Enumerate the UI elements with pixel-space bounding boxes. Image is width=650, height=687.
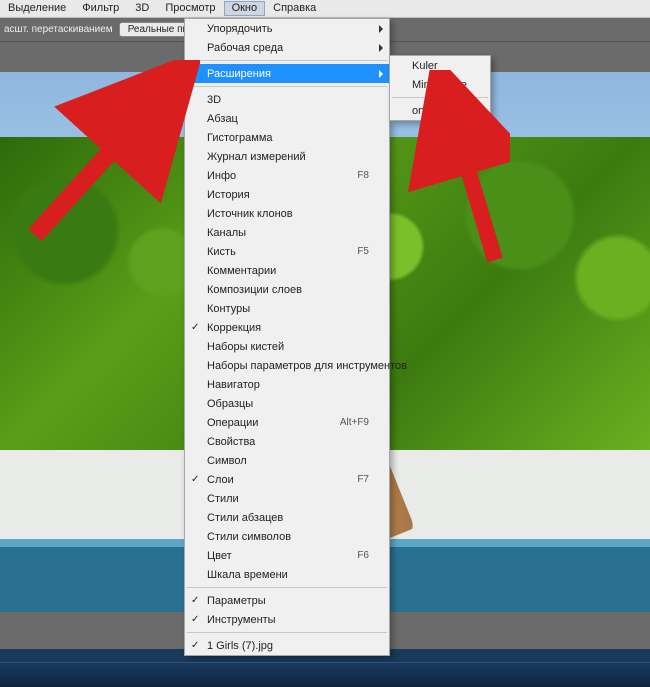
submenu-item-minibridge[interactable]: Mini Bridge — [390, 75, 490, 94]
menu-item-tools[interactable]: ✓Инструменты — [185, 610, 389, 629]
check-icon: ✓ — [191, 474, 199, 485]
menu-separator — [187, 86, 387, 87]
menu-item-paragraph[interactable]: Абзац — [185, 109, 389, 128]
submenu-item-kuler[interactable]: Kuler — [390, 56, 490, 75]
check-icon: ✓ — [191, 595, 199, 606]
extensions-submenu: Kuler Mini Bridge onOne — [389, 55, 491, 121]
menu-item-brush[interactable]: КистьF5 — [185, 242, 389, 261]
menu-item-measure-log[interactable]: Журнал измерений — [185, 147, 389, 166]
menu-item-open-doc[interactable]: ✓1 Girls (7).jpg — [185, 636, 389, 655]
menu-item-histogram[interactable]: Гистограмма — [185, 128, 389, 147]
menu-item-actions[interactable]: ОперацииAlt+F9 — [185, 413, 389, 432]
menu-item-notes[interactable]: Комментарии — [185, 261, 389, 280]
menu-item-properties[interactable]: Свойства — [185, 432, 389, 451]
menu-item-styles[interactable]: Стили — [185, 489, 389, 508]
menu-item-workspace[interactable]: Рабочая среда — [185, 38, 389, 57]
menu-select[interactable]: Выделение — [0, 1, 74, 16]
menu-item-paths[interactable]: Контуры — [185, 299, 389, 318]
menu-separator — [187, 632, 387, 633]
menu-item-history[interactable]: История — [185, 185, 389, 204]
submenu-arrow-icon — [379, 25, 383, 33]
menu-item-timeline[interactable]: Шкала времени — [185, 565, 389, 584]
menu-item-clone-source[interactable]: Источник клонов — [185, 204, 389, 223]
menu-separator — [392, 97, 488, 98]
menu-item-channels[interactable]: Каналы — [185, 223, 389, 242]
menubar: Выделение Фильтр 3D Просмотр Окно Справк… — [0, 0, 650, 18]
menu-item-char-styles[interactable]: Стили символов — [185, 527, 389, 546]
menu-window[interactable]: Окно — [224, 1, 266, 16]
submenu-item-onone[interactable]: onOne — [390, 101, 490, 120]
menu-item-arrange[interactable]: Упорядочить — [185, 19, 389, 38]
menu-item-tool-presets[interactable]: Наборы параметров для инструментов — [185, 356, 389, 375]
menu-item-info[interactable]: ИнфоF8 — [185, 166, 389, 185]
menu-item-color[interactable]: ЦветF6 — [185, 546, 389, 565]
os-taskbar[interactable] — [0, 662, 650, 687]
menu-3d[interactable]: 3D — [127, 1, 157, 16]
menu-item-3d[interactable]: 3D — [185, 90, 389, 109]
menu-view[interactable]: Просмотр — [157, 1, 223, 16]
menu-item-navigator[interactable]: Навигатор — [185, 375, 389, 394]
window-dropdown-menu: Упорядочить Рабочая среда Расширения 3D … — [184, 18, 390, 656]
menu-help[interactable]: Справка — [265, 1, 324, 16]
submenu-arrow-icon — [379, 44, 383, 52]
menu-item-layer-comps[interactable]: Композиции слоев — [185, 280, 389, 299]
check-icon: ✓ — [191, 640, 199, 651]
menu-item-layers[interactable]: ✓СлоиF7 — [185, 470, 389, 489]
menu-item-extensions[interactable]: Расширения — [185, 64, 389, 83]
check-icon: ✓ — [191, 322, 199, 333]
menu-filter[interactable]: Фильтр — [74, 1, 127, 16]
menu-separator — [187, 587, 387, 588]
submenu-arrow-icon — [379, 70, 383, 78]
menu-separator — [187, 60, 387, 61]
drag-mode-label: асшт. перетаскиванием — [4, 24, 113, 35]
check-icon: ✓ — [191, 614, 199, 625]
menu-item-para-styles[interactable]: Стили абзацев — [185, 508, 389, 527]
menu-item-brush-presets[interactable]: Наборы кистей — [185, 337, 389, 356]
menu-item-character[interactable]: Символ — [185, 451, 389, 470]
app-window: Выделение Фильтр 3D Просмотр Окно Справк… — [0, 0, 650, 649]
menu-item-options[interactable]: ✓Параметры — [185, 591, 389, 610]
menu-item-swatches[interactable]: Образцы — [185, 394, 389, 413]
menu-item-adjustments[interactable]: ✓Коррекция — [185, 318, 389, 337]
